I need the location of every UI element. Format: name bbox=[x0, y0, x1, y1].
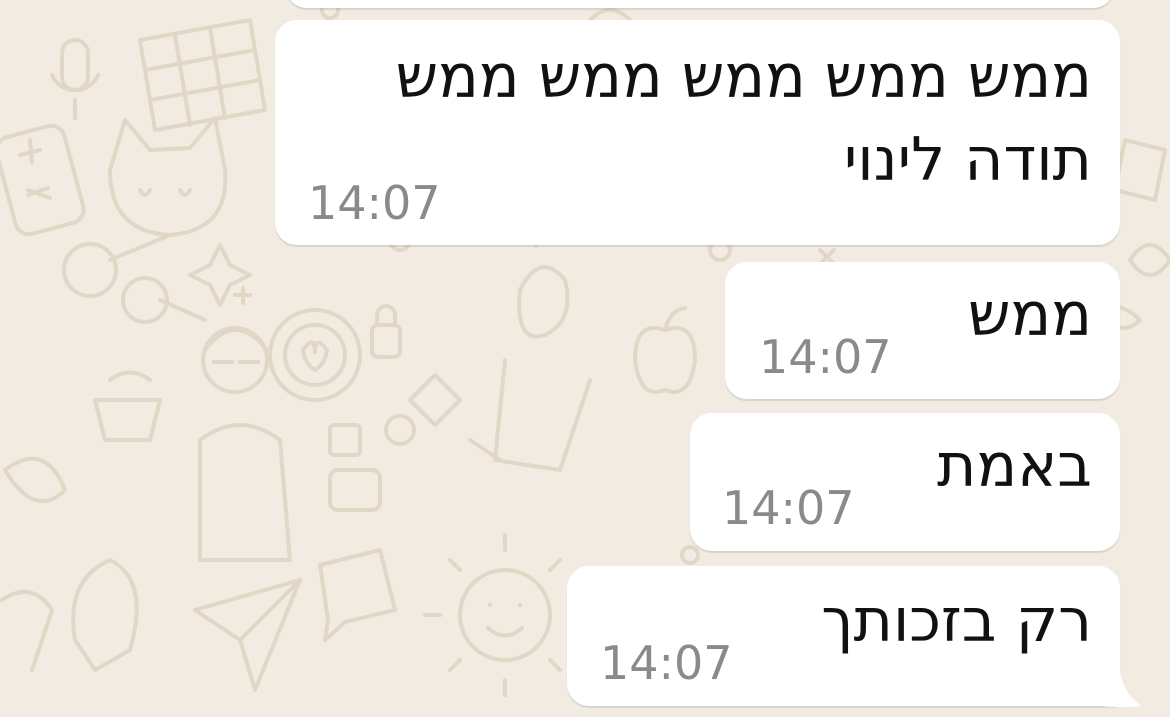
message-bubble[interactable]: ממש ממש ממש ממש ממש תודה לינוי 14:07 bbox=[275, 20, 1120, 245]
previous-message-bubble[interactable] bbox=[285, 0, 1115, 8]
message-timestamp: 14:07 bbox=[308, 176, 441, 230]
message-text-line: ממש bbox=[967, 280, 1092, 350]
message-timestamp: 14:07 bbox=[600, 636, 733, 690]
message-timestamp: 14:07 bbox=[759, 330, 892, 384]
message-timestamp: 14:07 bbox=[722, 481, 855, 535]
message-bubble[interactable]: ממש 14:07 bbox=[725, 262, 1120, 399]
message-text-line: תודה לינוי bbox=[843, 125, 1092, 195]
message-bubble[interactable]: באמת 14:07 bbox=[690, 413, 1120, 551]
bubble-tail bbox=[1100, 672, 1142, 707]
message-text-line: ממש ממש ממש ממש ממש bbox=[395, 42, 1092, 112]
message-text-line: באמת bbox=[937, 431, 1092, 501]
message-bubble[interactable]: רק בזכותך 14:07 bbox=[567, 566, 1120, 706]
message-text-line: רק בזכותך bbox=[821, 586, 1092, 656]
